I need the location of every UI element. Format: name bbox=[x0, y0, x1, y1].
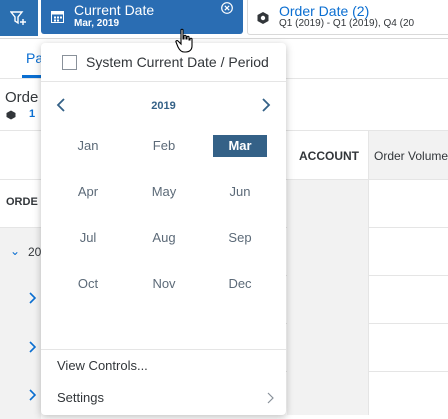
row-header-label: ORDE bbox=[6, 196, 38, 208]
account-column-header[interactable]: ACCOUNT bbox=[287, 131, 369, 179]
month-jul[interactable]: Jul bbox=[60, 227, 116, 249]
year-row-label: 20 bbox=[28, 245, 42, 259]
table-subtitle-count: 1 bbox=[29, 108, 36, 120]
current-date-popover: System Current Date / Period 2019 Jan Fe… bbox=[41, 43, 286, 415]
order-date-value: Q1 (2019) - Q1 (2019), Q4 (20 bbox=[279, 18, 415, 29]
order-date-title: Order Date (2) bbox=[279, 3, 370, 19]
filter-button[interactable] bbox=[0, 0, 38, 36]
month-oct[interactable]: Oct bbox=[60, 273, 116, 295]
current-date-title: Current Date bbox=[74, 2, 155, 18]
month-apr[interactable]: Apr bbox=[60, 181, 116, 203]
account-cell bbox=[287, 180, 368, 415]
account-header-label: ACCOUNT bbox=[299, 149, 359, 163]
month-sep[interactable]: Sep bbox=[212, 227, 268, 249]
hierarchy-icon bbox=[257, 12, 269, 24]
hierarchy-icon bbox=[6, 110, 16, 120]
system-date-label[interactable]: System Current Date / Period bbox=[86, 54, 269, 70]
filter-add-icon bbox=[10, 11, 26, 25]
month-jan[interactable]: Jan bbox=[60, 135, 116, 157]
month-aug[interactable]: Aug bbox=[136, 227, 192, 249]
month-dec[interactable]: Dec bbox=[212, 273, 268, 295]
divider bbox=[368, 130, 369, 415]
month-mar[interactable]: Mar bbox=[213, 135, 267, 157]
filter-bar: Current Date Mar, 2019 Order Date (2) Q1… bbox=[0, 0, 448, 39]
chevron-right-icon[interactable] bbox=[28, 341, 36, 353]
calendar-icon bbox=[51, 11, 64, 23]
table-title: Orde bbox=[5, 89, 39, 106]
order-date-chip[interactable]: Order Date (2) Q1 (2019) - Q1 (2019), Q4… bbox=[247, 0, 448, 35]
month-feb[interactable]: Feb bbox=[136, 135, 192, 157]
order-volume-header-label: Order Volume bbox=[374, 149, 448, 163]
chevron-right-icon bbox=[267, 392, 274, 404]
system-date-checkbox[interactable] bbox=[62, 55, 77, 70]
divider bbox=[41, 81, 286, 82]
chevron-right-icon[interactable] bbox=[28, 389, 36, 401]
close-circle-icon[interactable] bbox=[221, 2, 233, 14]
month-nov[interactable]: Nov bbox=[136, 273, 192, 295]
current-date-value: Mar, 2019 bbox=[74, 18, 120, 29]
month-may[interactable]: May bbox=[136, 181, 192, 203]
view-controls-item[interactable]: View Controls... bbox=[57, 358, 148, 373]
chevron-down-icon[interactable]: ⌄ bbox=[10, 244, 20, 258]
chevron-right-icon[interactable] bbox=[260, 97, 272, 113]
settings-item[interactable]: Settings bbox=[57, 390, 104, 405]
year-label[interactable]: 2019 bbox=[41, 100, 286, 112]
divider bbox=[41, 349, 286, 350]
month-jun[interactable]: Jun bbox=[212, 181, 268, 203]
chevron-right-icon[interactable] bbox=[28, 292, 36, 304]
hand-cursor-icon bbox=[175, 28, 193, 53]
order-volume-column-header[interactable]: Order Volume bbox=[368, 131, 448, 179]
current-date-chip[interactable]: Current Date Mar, 2019 bbox=[41, 0, 243, 34]
